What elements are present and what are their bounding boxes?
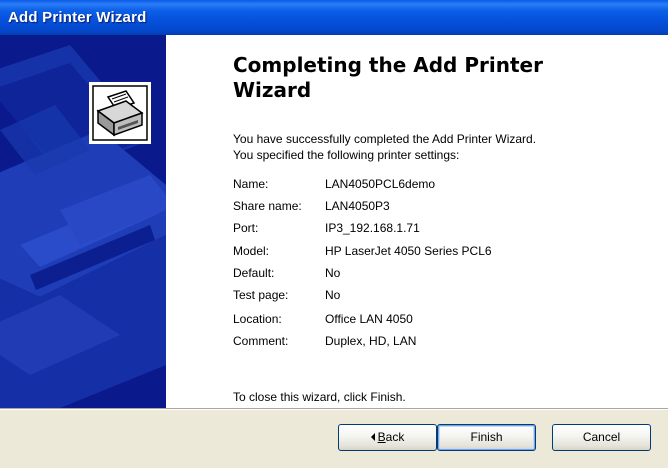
- printer-icon: [89, 82, 151, 144]
- back-label: ack: [385, 430, 405, 444]
- setting-label: Default:: [233, 266, 275, 280]
- page-title: Completing the Add Printer Wizard: [233, 53, 653, 103]
- setting-value: No: [325, 288, 341, 302]
- setting-label: Model:: [233, 244, 270, 258]
- closing-instruction: To close this wizard, click Finish.: [233, 390, 406, 404]
- setting-value: No: [325, 266, 341, 280]
- back-mnemonic: B: [377, 430, 386, 444]
- back-arrow-icon: [370, 433, 375, 441]
- setting-value: Duplex, HD, LAN: [325, 334, 417, 348]
- setting-value: Office LAN 4050: [325, 312, 413, 326]
- finish-button[interactable]: Finish: [437, 424, 536, 451]
- setting-label: Location:: [233, 312, 282, 326]
- wizard-banner: [0, 35, 166, 408]
- setting-value: LAN4050P3: [325, 199, 390, 213]
- window-title: Add Printer Wizard: [8, 9, 147, 26]
- cancel-button[interactable]: Cancel: [552, 424, 651, 451]
- intro-text: You have successfully completed the Add …: [233, 131, 653, 163]
- add-printer-wizard-window: Add Printer Wizard Completing the Add Pr…: [0, 0, 668, 468]
- button-separator: [0, 408, 668, 410]
- setting-label: Name:: [233, 177, 269, 191]
- setting-label: Comment:: [233, 334, 289, 348]
- back-button[interactable]: Back: [338, 424, 437, 451]
- title-line-1: Completing the Add Printer: [233, 53, 543, 77]
- intro-line-2: You specified the following printer sett…: [233, 148, 460, 162]
- title-bar[interactable]: Add Printer Wizard: [0, 0, 668, 35]
- intro-line-1: You have successfully completed the Add …: [233, 132, 537, 146]
- setting-value: HP LaserJet 4050 Series PCL6: [325, 244, 492, 258]
- title-line-2: Wizard: [233, 78, 312, 102]
- setting-label: Port:: [233, 221, 259, 235]
- setting-value: IP3_192.168.1.71: [325, 221, 420, 235]
- wizard-content: Completing the Add Printer Wizard You ha…: [166, 35, 668, 408]
- setting-label: Share name:: [233, 199, 302, 213]
- setting-value: LAN4050PCL6demo: [325, 177, 436, 191]
- setting-label: Test page:: [233, 288, 289, 302]
